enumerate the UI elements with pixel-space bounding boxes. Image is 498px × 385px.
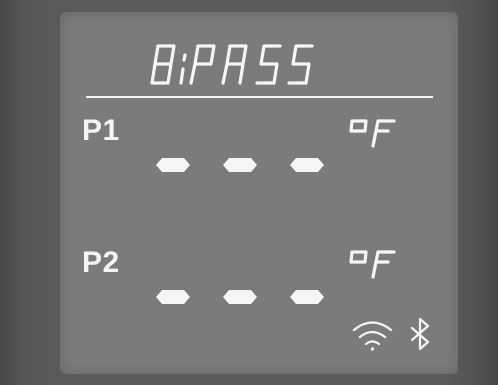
probe1-reading [156,158,324,172]
probe2-digit-2 [223,290,257,304]
probe2-label: P2 [82,246,120,279]
probe2-reading [156,290,324,304]
mode-letter-a [221,44,248,85]
probe1-label: P1 [82,114,120,147]
lcd-graphics [86,44,433,351]
wifi-icon [352,321,393,351]
probe1-unit [349,119,396,148]
mode-text [150,44,314,85]
mode-letter-p [189,44,216,85]
probe2-unit [349,250,396,279]
probe1-digit-1 [156,158,190,172]
bluetooth-icon [410,317,430,351]
probe1-digit-3 [290,158,324,172]
probe1-digit-2 [223,158,257,172]
mode-letter-s2 [287,44,314,85]
mode-letter-s1 [255,44,282,85]
probe2-digit-3 [290,290,324,304]
probe2-digit-1 [156,290,190,304]
mode-letter-y [179,53,187,85]
mode-letter-b [150,44,176,85]
